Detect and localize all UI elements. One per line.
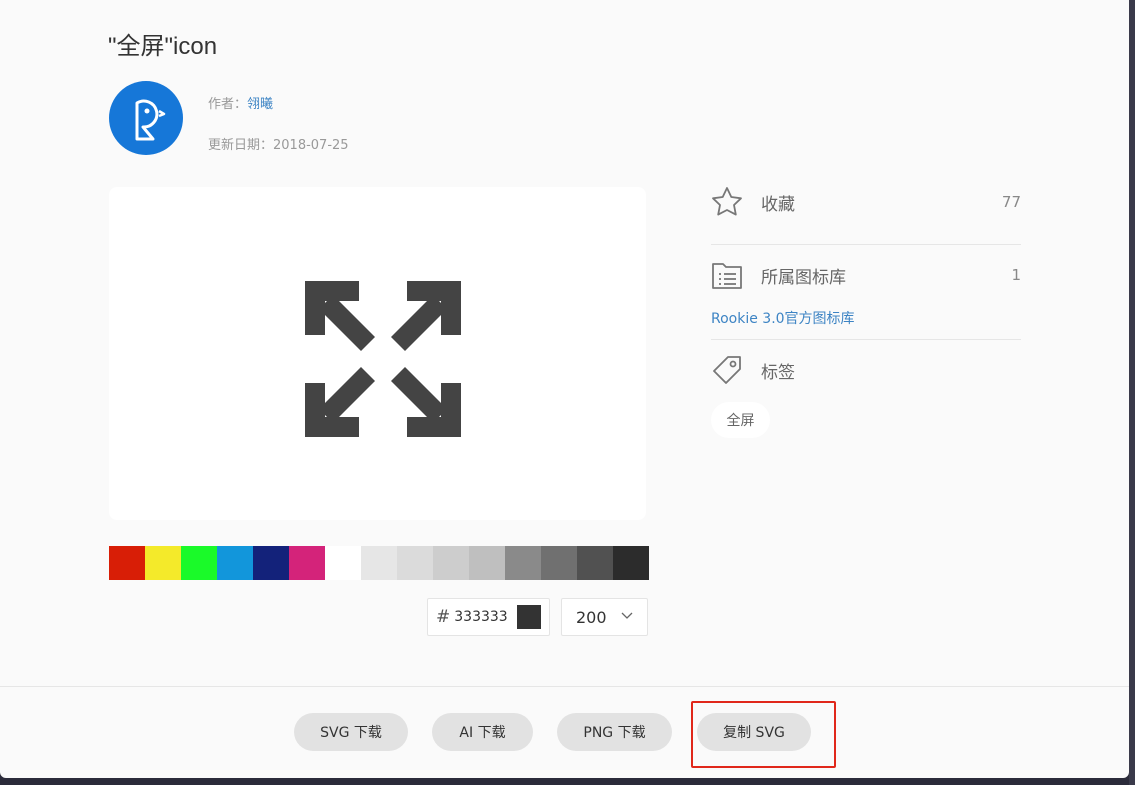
date-value: 2018-07-25 bbox=[273, 138, 349, 153]
favorites-count: 77 bbox=[1001, 193, 1021, 211]
library-link[interactable]: Rookie 3.0官方图标库 bbox=[711, 308, 855, 328]
color-swatch[interactable] bbox=[109, 546, 145, 580]
author-avatar[interactable] bbox=[109, 81, 183, 155]
tag-chip[interactable]: 全屏 bbox=[711, 402, 770, 438]
date-label: 更新日期： bbox=[208, 138, 274, 153]
fullscreen-arrows-icon bbox=[305, 281, 461, 437]
update-date-line: 更新日期：2018-07-25 bbox=[208, 134, 349, 153]
color-swatch[interactable] bbox=[541, 546, 577, 580]
color-swatch[interactable] bbox=[253, 546, 289, 580]
favorites-label: 收藏 bbox=[761, 194, 795, 215]
folder-list-icon bbox=[712, 263, 742, 289]
size-select[interactable]: 200 bbox=[561, 598, 648, 636]
icon-preview-panel bbox=[109, 187, 646, 520]
color-swatch[interactable] bbox=[181, 546, 217, 580]
color-swatch[interactable] bbox=[289, 546, 325, 580]
background-edge bbox=[1129, 0, 1135, 785]
current-color-chip[interactable] bbox=[517, 605, 541, 629]
sidebar-divider bbox=[711, 339, 1021, 340]
png-download-button[interactable]: PNG 下载 bbox=[557, 713, 672, 751]
color-swatch[interactable] bbox=[361, 546, 397, 580]
library-label: 所属图标库 bbox=[761, 267, 846, 288]
tag-icon bbox=[713, 356, 741, 384]
library-count: 1 bbox=[1011, 266, 1021, 284]
color-swatch[interactable] bbox=[325, 546, 361, 580]
author-line: 作者：翎曦 bbox=[208, 93, 273, 112]
author-link[interactable]: 翎曦 bbox=[247, 97, 273, 112]
tags-row: 标签 bbox=[711, 354, 1021, 386]
icon-detail-modal: "全屏"icon 作者：翎曦 更新日期：2018-07-25 # 333333 … bbox=[0, 0, 1129, 778]
rookie-bird-logo-icon bbox=[135, 99, 166, 141]
color-hex-input[interactable]: # 333333 bbox=[427, 598, 550, 636]
author-label: 作者： bbox=[208, 97, 248, 112]
color-swatch[interactable] bbox=[469, 546, 505, 580]
color-swatch[interactable] bbox=[217, 546, 253, 580]
sidebar-divider bbox=[711, 244, 1021, 245]
hex-value: 333333 bbox=[454, 609, 508, 625]
copy-svg-button[interactable]: 复制 SVG bbox=[697, 713, 811, 751]
color-palette bbox=[109, 546, 649, 580]
svg-download-button[interactable]: SVG 下载 bbox=[294, 713, 408, 751]
tags-label: 标签 bbox=[761, 362, 795, 383]
library-row: 所属图标库 1 bbox=[711, 260, 1021, 290]
color-swatch[interactable] bbox=[397, 546, 433, 580]
footer-divider bbox=[0, 686, 1129, 687]
favorites-row[interactable]: 收藏 77 bbox=[711, 186, 1021, 218]
color-swatch[interactable] bbox=[577, 546, 613, 580]
chevron-down-icon bbox=[621, 612, 633, 619]
page-title: "全屏"icon bbox=[108, 33, 218, 60]
color-swatch[interactable] bbox=[613, 546, 649, 580]
hash-symbol: # bbox=[436, 607, 451, 627]
star-icon bbox=[712, 187, 742, 216]
color-swatch[interactable] bbox=[433, 546, 469, 580]
size-value: 200 bbox=[576, 607, 607, 627]
color-swatch[interactable] bbox=[145, 546, 181, 580]
ai-download-button[interactable]: AI 下载 bbox=[432, 713, 533, 751]
color-swatch[interactable] bbox=[505, 546, 541, 580]
